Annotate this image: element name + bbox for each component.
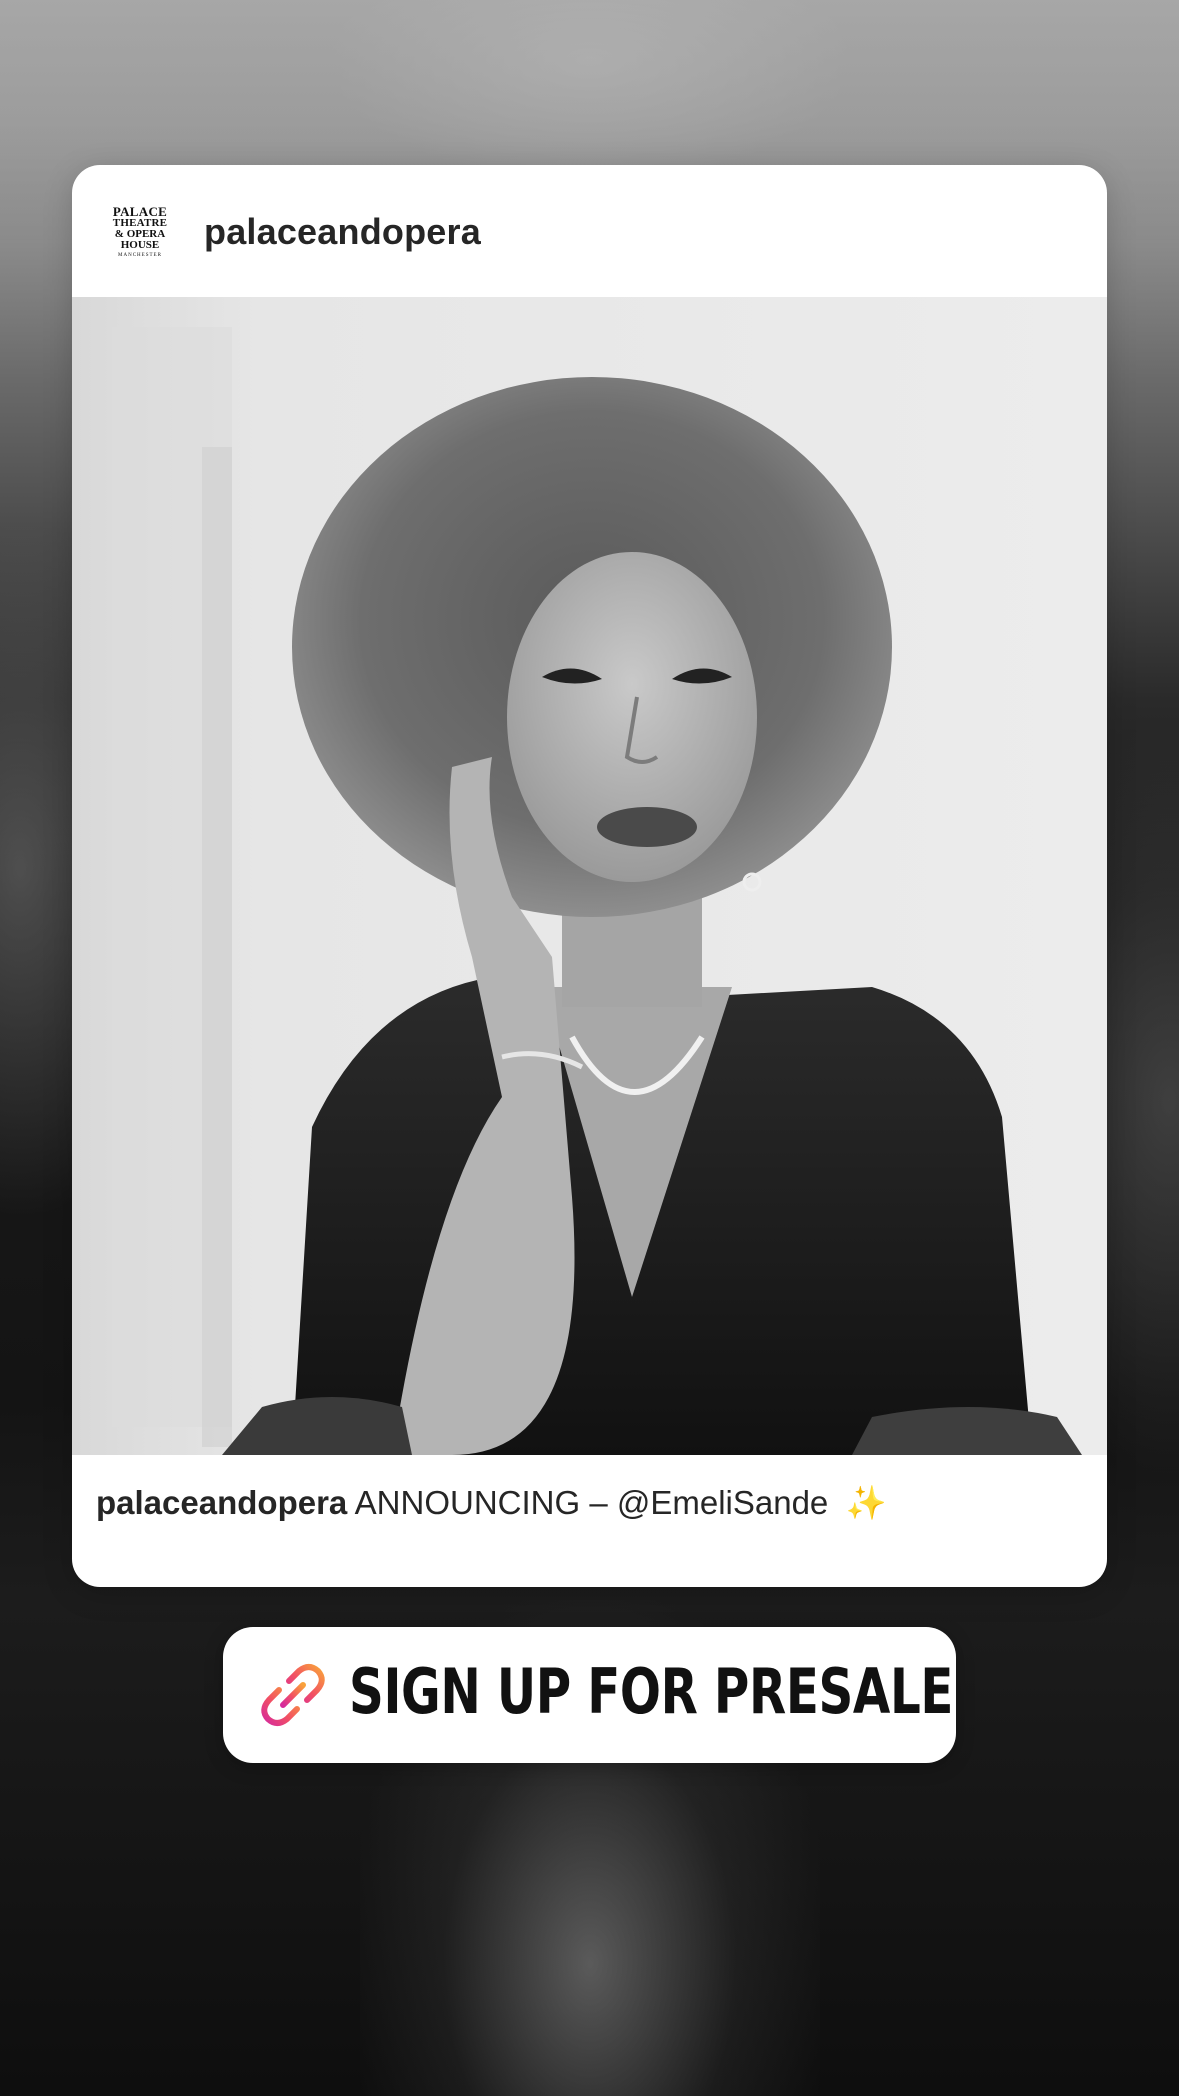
post-username[interactable]: palaceandopera [204, 211, 481, 253]
sparkles-emoji: ✨ [845, 1484, 887, 1521]
caption-username[interactable]: palaceandopera [96, 1484, 347, 1521]
logo-line-1: PALACE [112, 203, 168, 219]
logo-line-5: MANCHESTER [118, 252, 162, 258]
post-photo[interactable] [72, 297, 1107, 1455]
caption-text: ANNOUNCING – @EmeliSande [354, 1484, 829, 1521]
story-canvas: PALACE THEATRE & OPERA HOUSE MANCHESTER … [0, 0, 1179, 2096]
post-header: PALACE THEATRE & OPERA HOUSE MANCHESTER … [72, 165, 1107, 297]
shared-post-card[interactable]: PALACE THEATRE & OPERA HOUSE MANCHESTER … [72, 165, 1107, 1587]
logo-line-4: HOUSE [120, 238, 160, 251]
portrait-image [72, 297, 1107, 1455]
link-icon [261, 1664, 325, 1726]
post-caption: palaceandopera ANNOUNCING – @EmeliSande … [96, 1483, 1086, 1523]
logo-line-3: & OPERA [114, 227, 166, 240]
logo-line-2: THEATRE [112, 216, 168, 229]
presale-link-label: SIGN UP FOR PRESALE [349, 1655, 954, 1728]
presale-link-sticker[interactable]: SIGN UP FOR PRESALE [223, 1627, 956, 1763]
account-logo[interactable]: PALACE THEATRE & OPERA HOUSE MANCHESTER [108, 203, 172, 259]
